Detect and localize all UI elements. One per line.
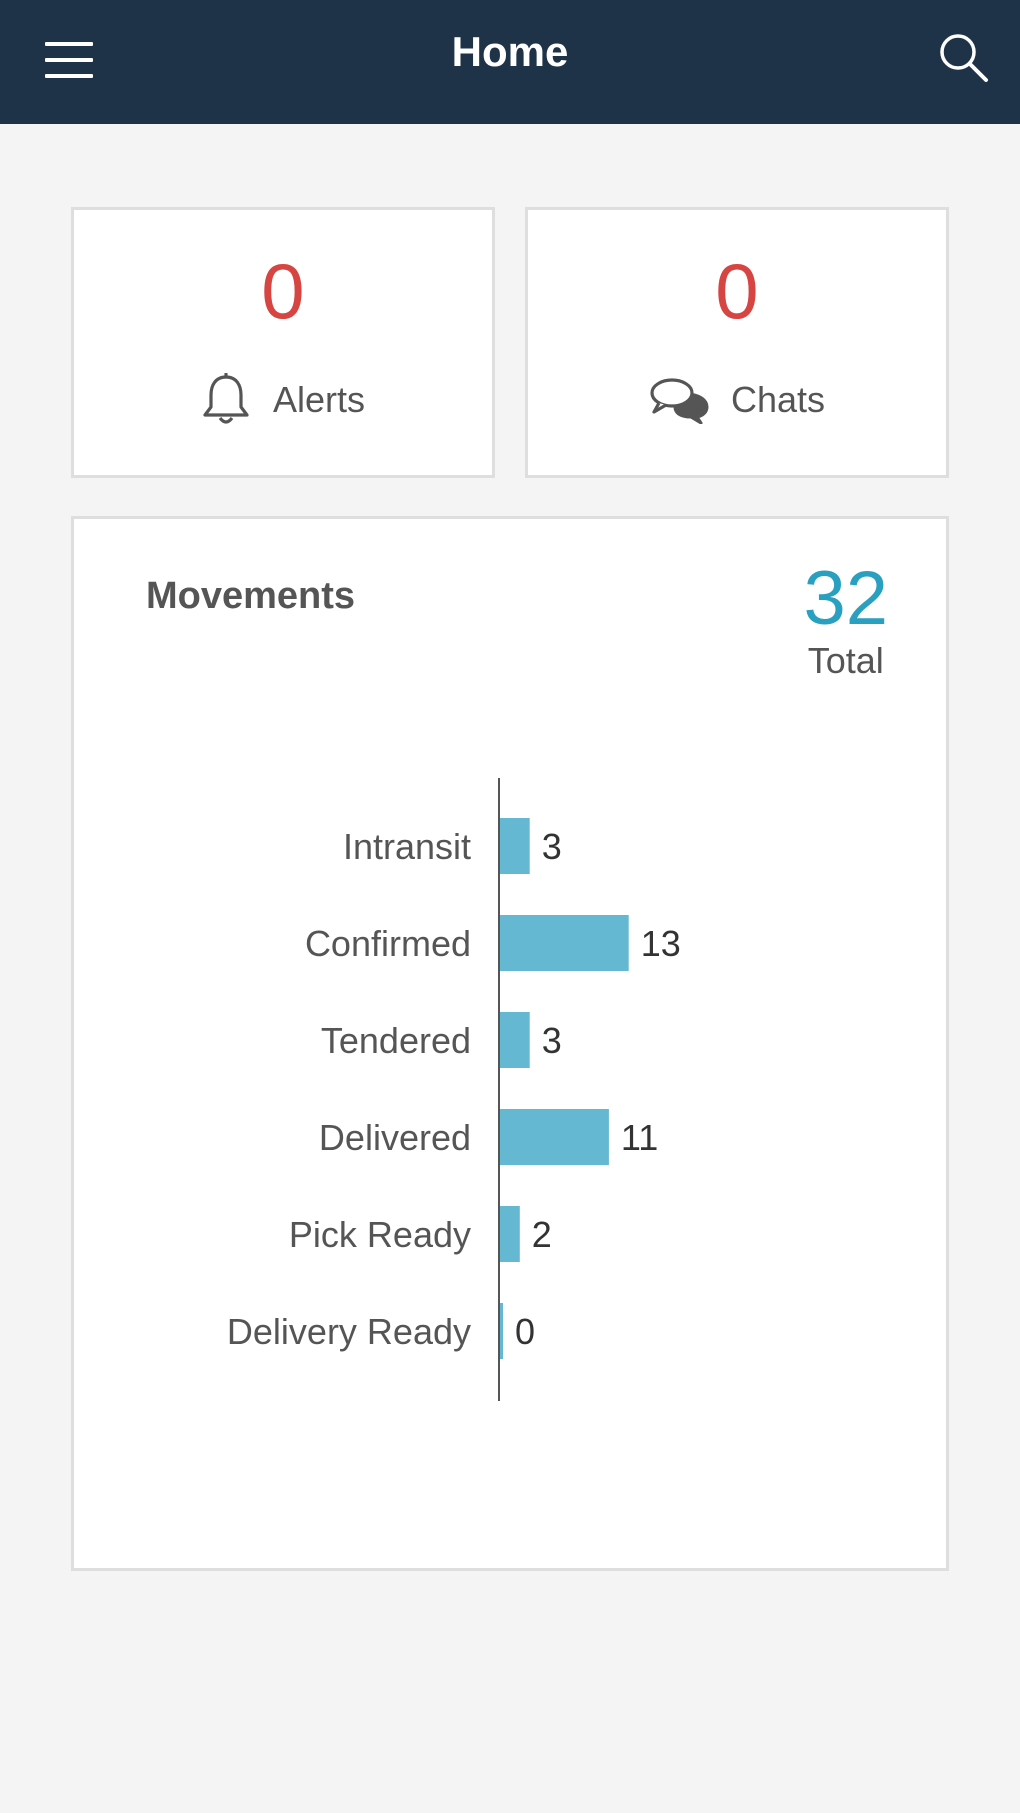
chart-bar — [500, 818, 530, 874]
chart-value-label: 0 — [515, 1311, 535, 1352]
search-button[interactable] — [936, 30, 992, 86]
chart-category-label: Pick Ready — [289, 1214, 471, 1255]
chart-bar — [500, 1206, 520, 1262]
movements-chart: Intransit 3 Confirmed 13 Tendered 3 Delivered 1… — [227, 778, 681, 1401]
chart-value-label: 11 — [621, 1117, 658, 1158]
chats-label-row: Chats — [528, 370, 946, 430]
chart-bar — [500, 1109, 609, 1165]
alerts-label: Alerts — [272, 379, 366, 420]
chart-value-label: 3 — [542, 1020, 562, 1061]
movements-card: Movements 32 Total Intransit 3 Confirmed 13… — [71, 516, 949, 1571]
chat-bubbles-icon — [649, 376, 709, 424]
alerts-card[interactable]: 0 Alerts — [71, 207, 495, 478]
chart-category-label: Intransit — [343, 826, 471, 867]
bell-icon — [201, 373, 251, 427]
chats-card[interactable]: 0 Chats — [525, 207, 949, 478]
alerts-label-row: Alerts — [74, 370, 492, 430]
chart-bar — [500, 1303, 503, 1359]
search-icon — [940, 34, 988, 82]
chart-category-label: Delivery Ready — [227, 1311, 471, 1352]
top-app-bar: Home — [0, 0, 1020, 124]
chart-bar — [500, 915, 629, 971]
chart-category-label: Tendered — [321, 1020, 471, 1061]
page-title: Home — [451, 28, 569, 75]
chats-count: 0 — [715, 247, 759, 335]
alerts-count: 0 — [261, 247, 305, 335]
chart-bar — [500, 1012, 530, 1068]
chart-value-label: 13 — [641, 923, 681, 964]
chart-category-label: Delivered — [319, 1117, 471, 1158]
chart-value-label: 2 — [532, 1214, 552, 1255]
chart-category-label: Confirmed — [305, 923, 471, 964]
chats-label: Chats — [730, 379, 826, 420]
chart-value-label: 3 — [542, 826, 562, 867]
